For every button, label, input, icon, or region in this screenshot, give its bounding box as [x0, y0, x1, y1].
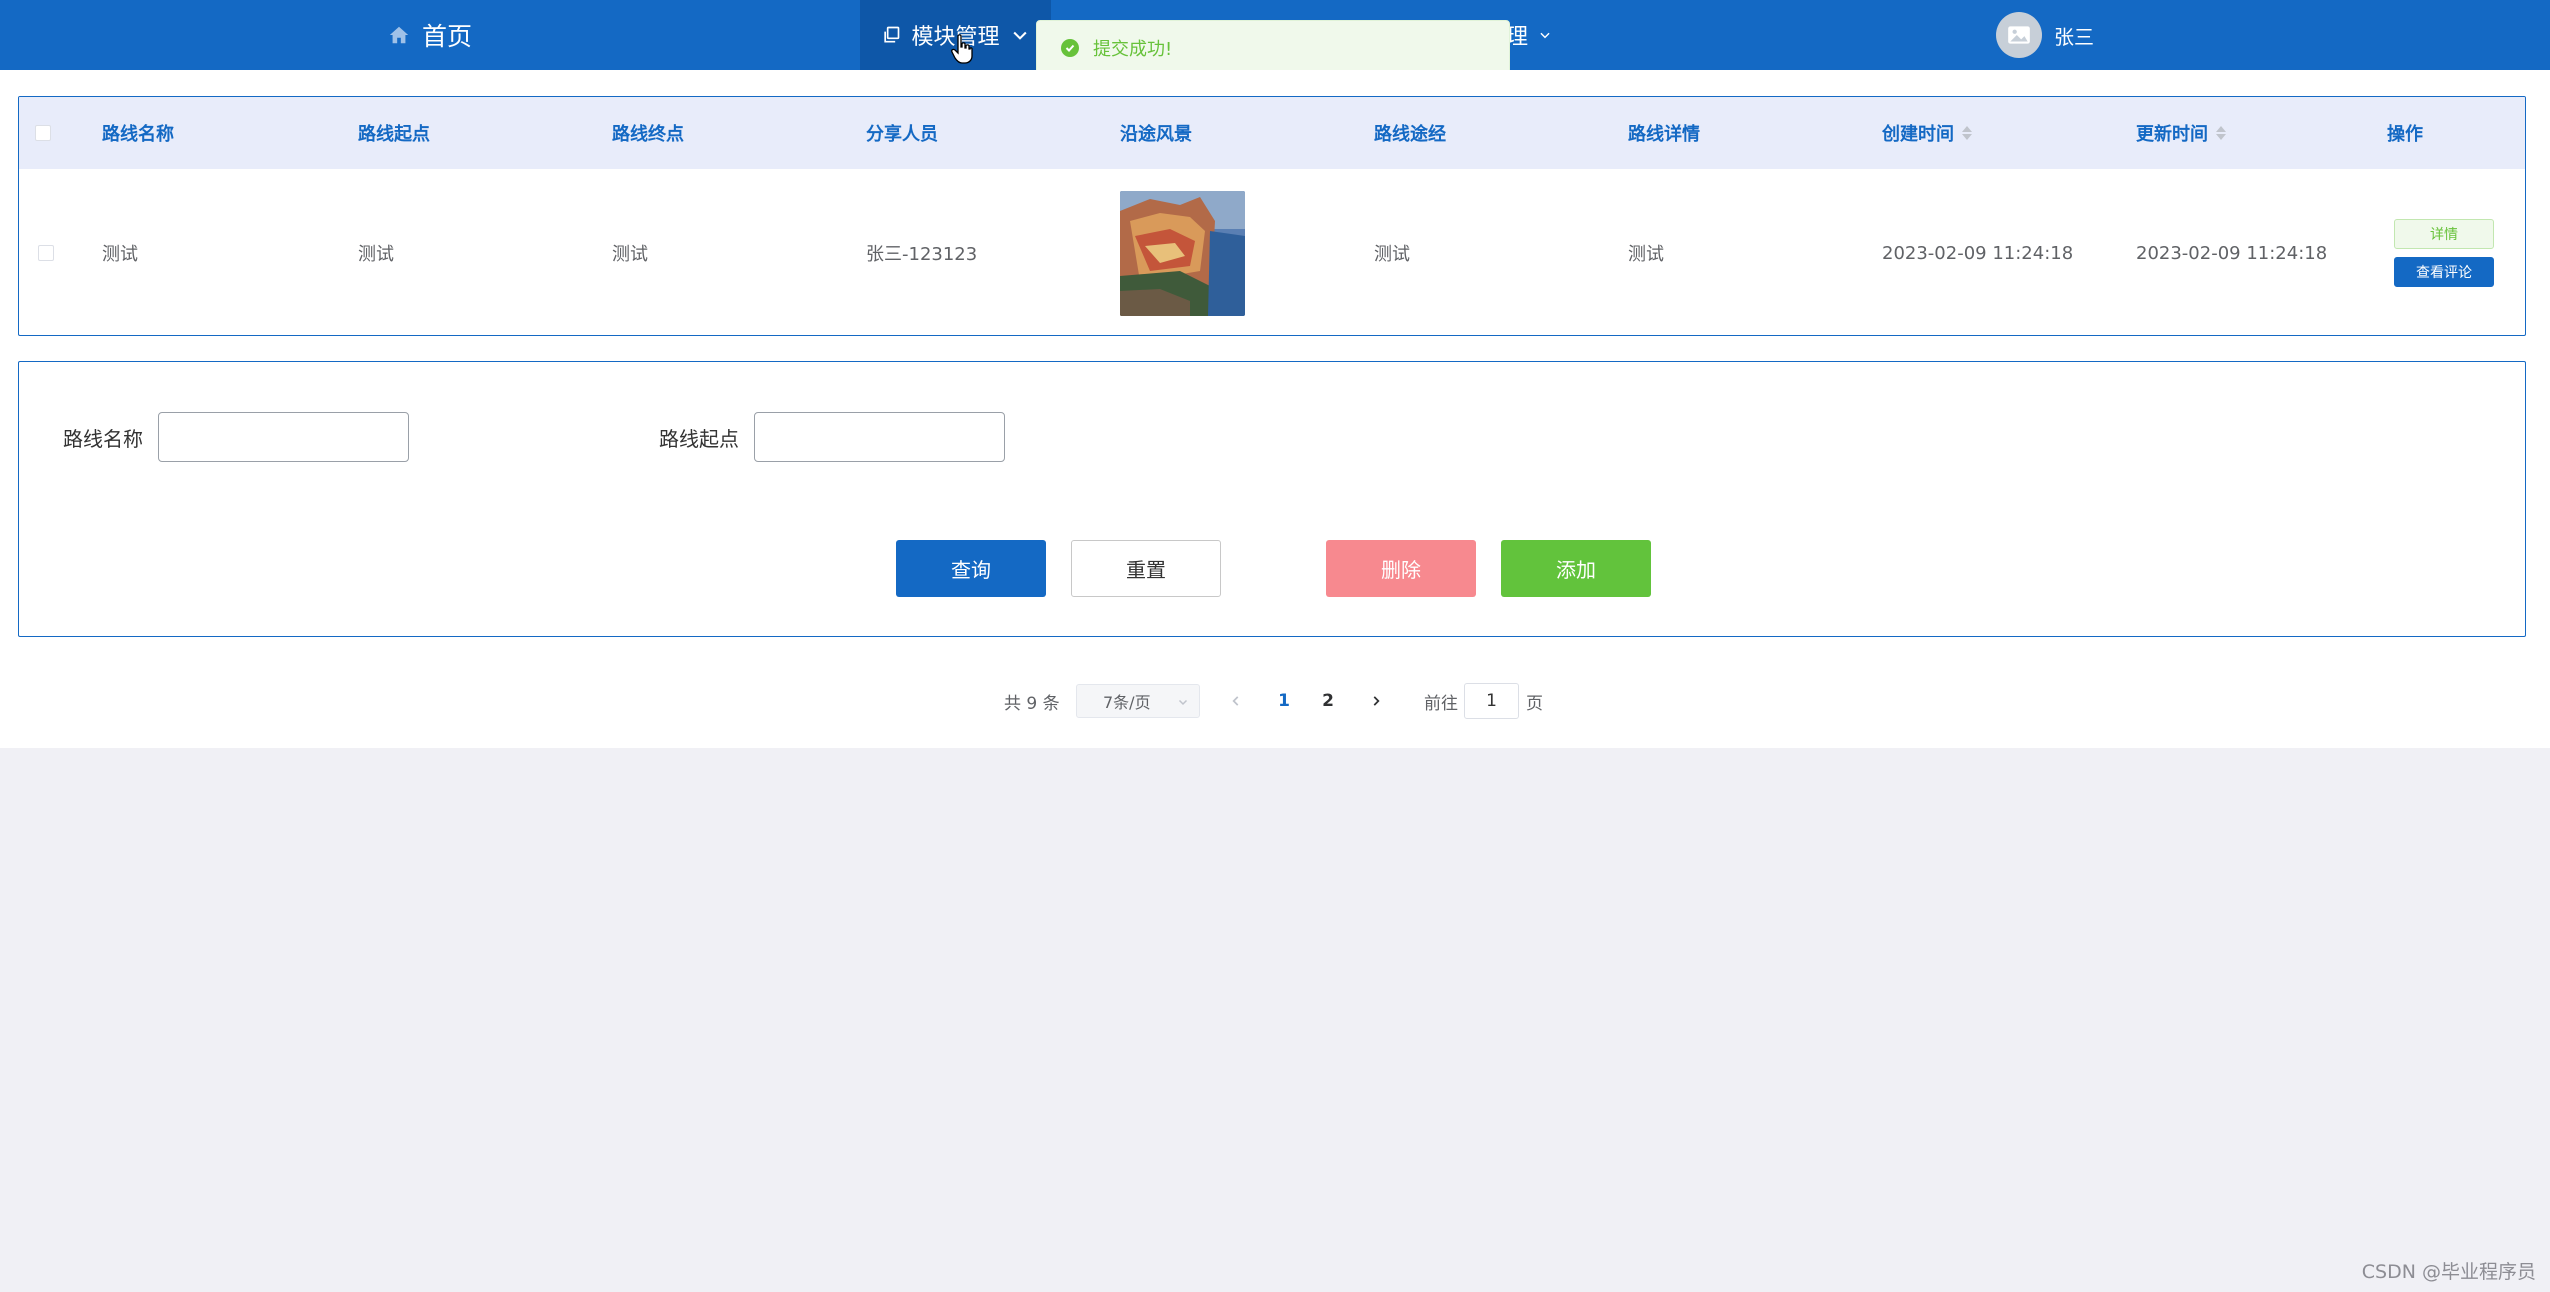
user-menu[interactable]: 张三 [1996, 0, 2094, 70]
avatar [1996, 12, 2042, 58]
copy-icon [884, 26, 900, 43]
goto-label: 前往 [1424, 693, 1458, 714]
select-all-cell [35, 97, 51, 169]
next-page-button[interactable] [1364, 681, 1388, 721]
scenery-thumbnail[interactable] [1120, 190, 1245, 316]
reset-button[interactable]: 重置 [1071, 540, 1221, 597]
header-sharer: 分享人员 [866, 124, 938, 145]
header-actions: 操作 [2387, 124, 2423, 145]
page-suffix: 页 [1526, 693, 1543, 714]
detail-button[interactable]: 详情 [2394, 219, 2494, 249]
cell-route-name: 测试 [102, 244, 138, 265]
header-route-detail: 路线详情 [1628, 124, 1700, 145]
header-route-name: 路线名称 [102, 124, 174, 145]
cell-route-via: 测试 [1374, 244, 1410, 265]
header-created-time[interactable]: 创建时间 [1882, 97, 1972, 169]
cell-route-end: 测试 [612, 244, 648, 265]
page-size-value: 7条/页 [1103, 693, 1151, 712]
header-route-end: 路线终点 [612, 124, 684, 145]
cell-created-time: 2023-02-09 11:24:18 [1882, 242, 2074, 264]
pagination: 共 9 条 7条/页 1 2 前往 页 [0, 681, 2550, 721]
cell-updated-time: 2023-02-09 11:24:18 [2136, 242, 2328, 264]
select-all-checkbox[interactable] [35, 125, 51, 141]
header-updated-time-label: 更新时间 [2136, 124, 2208, 145]
success-toast: 提交成功! [1036, 20, 1510, 76]
nav-home-label: 首页 [422, 22, 473, 51]
sort-icon[interactable] [2216, 125, 2226, 141]
table-header: 路线名称 路线起点 路线终点 分享人员 沿途风景 路线途经 路线详情 创建时间 … [19, 97, 2525, 169]
image-placeholder-icon [2008, 26, 2030, 44]
goto-page-input[interactable] [1464, 683, 1519, 719]
page-number-2[interactable]: 2 [1313, 681, 1343, 721]
query-button[interactable]: 查询 [896, 540, 1046, 597]
header-scenery: 沿途风景 [1120, 124, 1192, 145]
user-name: 张三 [2054, 24, 2094, 49]
add-button[interactable]: 添加 [1501, 540, 1651, 597]
route-table: 路线名称 路线起点 路线终点 分享人员 沿途风景 路线途经 路线详情 创建时间 … [18, 96, 2526, 336]
header-created-time-label: 创建时间 [1882, 124, 1954, 145]
cell-route-start: 测试 [358, 244, 394, 265]
search-form: 路线名称 路线起点 查询 重置 删除 添加 [18, 361, 2526, 637]
home-icon [389, 26, 409, 44]
chevron-down-icon [1540, 32, 1550, 39]
page-number-1[interactable]: 1 [1269, 681, 1299, 721]
row-checkbox[interactable] [38, 245, 54, 261]
route-start-label: 路线起点 [659, 426, 739, 451]
row-checkbox-cell [38, 169, 54, 335]
route-start-input[interactable] [754, 412, 1005, 462]
table-row: 测试 测试 测试 张三-123123 测试 测试 2023-02-09 11:2… [19, 169, 2525, 335]
pagination-total: 共 9 条 [1004, 693, 1060, 714]
sort-icon[interactable] [1962, 125, 1972, 141]
nav-menu-partial[interactable]: 理 [1506, 0, 1552, 70]
cell-sharer: 张三-123123 [866, 244, 978, 265]
view-comments-button[interactable]: 查看评论 [2394, 257, 2494, 287]
route-name-input[interactable] [158, 412, 409, 462]
chevron-left-icon [1232, 696, 1239, 706]
cell-route-detail: 测试 [1628, 244, 1664, 265]
header-route-start: 路线起点 [358, 124, 430, 145]
cell-scenery [1120, 169, 1245, 335]
chevron-down-icon [1178, 699, 1188, 706]
header-route-via: 路线途经 [1374, 124, 1446, 145]
chevron-right-icon [1373, 696, 1380, 706]
delete-button[interactable]: 删除 [1326, 540, 1476, 597]
prev-page-button[interactable] [1224, 681, 1248, 721]
header-updated-time[interactable]: 更新时间 [2136, 97, 2226, 169]
watermark: CSDN @毕业程序员 [2361, 1261, 2536, 1283]
chevron-down-icon [1012, 31, 1027, 40]
cell-actions: 详情 查看评论 [2394, 169, 2494, 335]
nav-home[interactable]: 首页 [388, 0, 472, 70]
page-size-select[interactable]: 7条/页 [1076, 684, 1200, 718]
hand-pointer-icon [951, 34, 973, 64]
check-circle-icon [1061, 39, 1079, 57]
route-name-label: 路线名称 [63, 426, 143, 451]
toast-message: 提交成功! [1093, 39, 1173, 60]
